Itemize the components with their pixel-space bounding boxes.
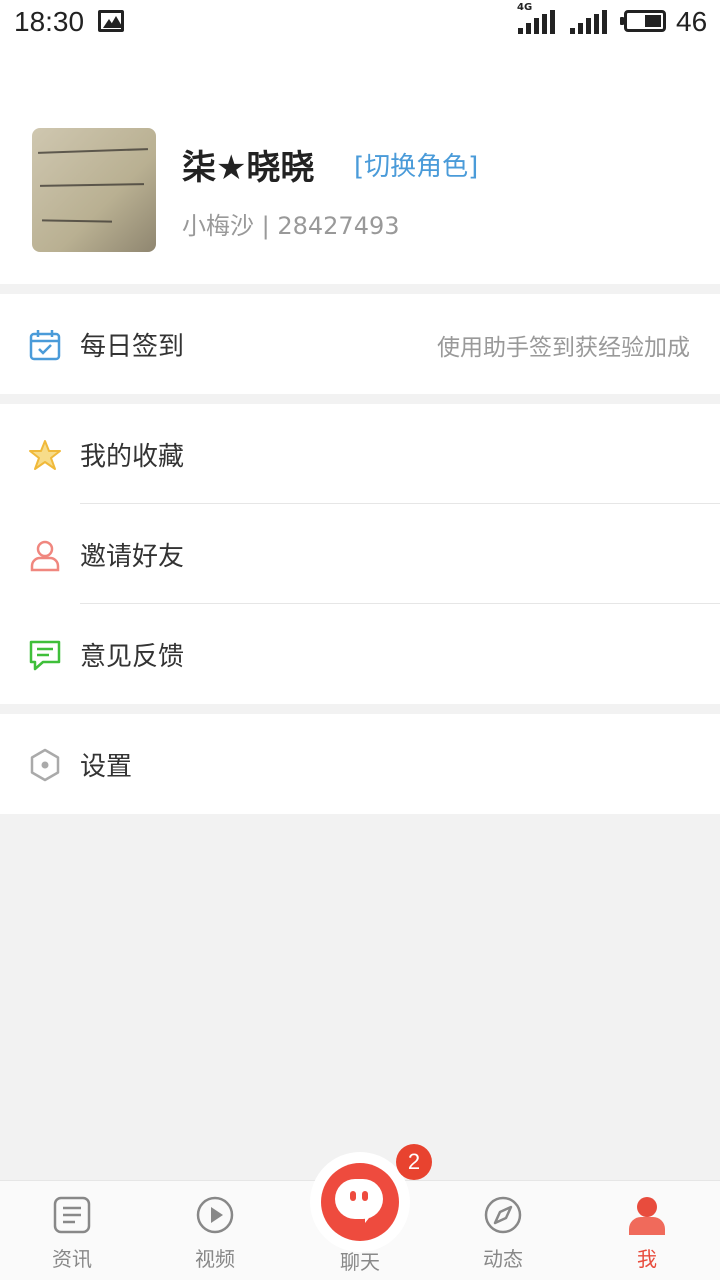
play-circle-icon (196, 1196, 234, 1234)
status-time: 18:30 (14, 6, 85, 37)
menu-item-favorites[interactable]: 我的收藏 (0, 404, 720, 504)
image-notification-icon (98, 10, 124, 32)
chat-bubble-icon (321, 1163, 399, 1241)
avatar[interactable] (32, 128, 156, 252)
signal-strength-icon-2 (570, 10, 610, 34)
signal-strength-icon (518, 10, 558, 34)
battery-level: 46 (676, 6, 708, 37)
chat-unread-badge: 2 (396, 1144, 432, 1180)
menu-item-invite[interactable]: 邀请好友 (0, 504, 720, 604)
menu-item-daily-checkin[interactable]: 每日签到 使用助手签到获经验加成 (0, 294, 720, 394)
battery-icon (620, 10, 666, 32)
tab-moments[interactable]: 动态 (431, 1181, 575, 1280)
tab-label-video: 视频 (195, 1247, 235, 1271)
message-icon (29, 640, 61, 671)
menu-label-feedback: 意见反馈 (80, 642, 185, 672)
tab-label-me: 我 (637, 1247, 657, 1271)
document-icon (53, 1196, 91, 1234)
tab-me[interactable]: 我 (575, 1181, 719, 1280)
settings-section: 设置 (0, 714, 720, 814)
menu-hint-checkin: 使用助手签到获经验加成 (437, 335, 690, 361)
menu-label-checkin: 每日签到 (80, 332, 185, 362)
menu-label-settings: 设置 (80, 752, 133, 782)
compass-icon (484, 1196, 522, 1234)
menu-label-favorites: 我的收藏 (80, 442, 185, 472)
person-icon (30, 540, 60, 572)
tab-chat[interactable] (310, 1152, 410, 1252)
tab-video[interactable]: 视频 (143, 1181, 287, 1280)
profile-header: 柒★晓晓 [切换角色] 小梅沙 | 28427493 (0, 44, 720, 284)
user-subtitle: 小梅沙 | 28427493 (182, 212, 400, 240)
star-icon (29, 440, 61, 470)
hexagon-gear-icon (30, 748, 60, 782)
tab-label-news: 资讯 (52, 1247, 92, 1271)
status-bar: 18:30 4G 46 (0, 0, 720, 44)
tab-label-moments: 动态 (483, 1247, 523, 1271)
menu-label-invite: 邀请好友 (80, 542, 185, 572)
tab-label-chat: 聊天 (340, 1250, 380, 1274)
menu-item-settings[interactable]: 设置 (0, 714, 720, 814)
switch-role-link[interactable]: [切换角色] (354, 146, 478, 183)
tab-news[interactable]: 资讯 (0, 1181, 144, 1280)
user-icon (629, 1197, 665, 1235)
menu-item-feedback[interactable]: 意见反馈 (0, 604, 720, 704)
checkin-section: 每日签到 使用助手签到获经验加成 (0, 294, 720, 394)
calendar-check-icon (29, 330, 61, 361)
user-name: 柒★晓晓 (182, 148, 315, 188)
main-menu-section: 我的收藏 邀请好友 意见反馈 (0, 404, 720, 704)
